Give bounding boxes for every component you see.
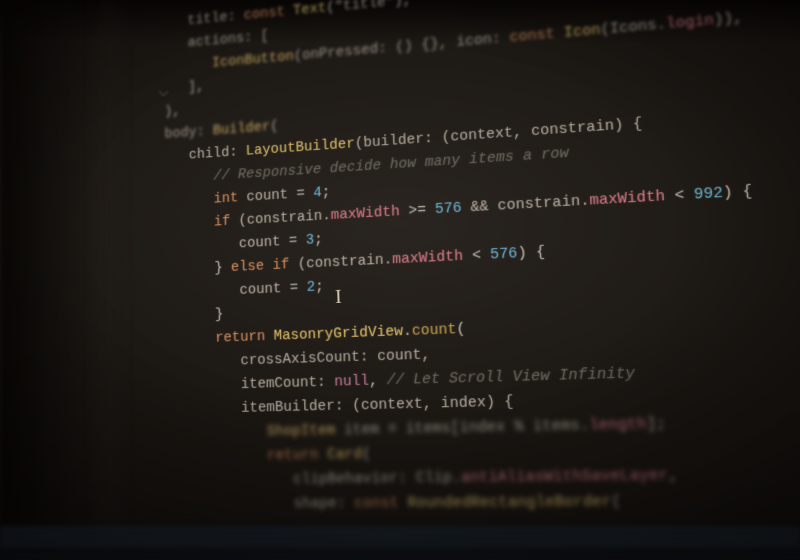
status-bar-shadow <box>0 514 800 560</box>
token-fn: count <box>412 321 457 340</box>
token-op: , <box>369 372 387 390</box>
token-op: ]; <box>646 415 666 434</box>
token-kw: const <box>509 25 564 46</box>
token-op: >= <box>400 201 436 220</box>
token-id: child: <box>189 143 246 163</box>
token-kw: else if <box>231 256 298 276</box>
token-kw: return <box>215 328 274 347</box>
token-id: count = <box>239 279 306 299</box>
token-id: body: <box>164 123 212 143</box>
token-cls: IconButton <box>212 48 294 71</box>
token-op: < <box>463 246 491 264</box>
token-kw: int <box>214 190 239 208</box>
token-prop: antiAliasWithSaveLayer <box>461 467 669 487</box>
token-id: crossAxisCount: count, <box>240 346 430 369</box>
token-op: ], <box>188 78 204 95</box>
token-op: ; <box>314 231 323 248</box>
token-prop: maxWidth <box>331 203 400 224</box>
token-op: ) { <box>517 244 545 263</box>
token-nul: null <box>334 373 369 391</box>
token-op: ( <box>362 446 371 463</box>
line-number-gutter <box>86 0 132 560</box>
token-op: ( <box>611 493 621 511</box>
editor-viewport: title: const Text ( "title"), actions: [ I… <box>0 0 800 560</box>
token-op: ), <box>164 103 180 120</box>
token-kw: if <box>214 213 239 231</box>
token-op: ) { <box>722 183 752 202</box>
token-op: ( <box>270 118 279 135</box>
token-cls: Card <box>327 446 362 464</box>
token-id: clipBehavior: Clip. <box>293 469 461 488</box>
token-cls: MasonryGridView <box>274 323 404 345</box>
token-id: count = <box>238 185 313 206</box>
token-id: title: <box>187 8 244 29</box>
token-kw: return <box>267 446 327 464</box>
token-prop: login <box>666 12 714 33</box>
token-prop: length <box>589 415 647 434</box>
token-id: itemBuilder: (context, index) { <box>241 393 514 417</box>
token-cls: ShopItem <box>267 422 336 440</box>
token-cls: Builder <box>213 119 271 139</box>
token-op: } <box>215 306 223 323</box>
token-id: "title" <box>335 0 395 15</box>
token-op: ; <box>322 184 331 201</box>
token-prop: maxWidth <box>392 248 463 268</box>
token-cls: Text <box>293 0 327 19</box>
token-id: itemCount: <box>241 374 335 393</box>
token-prop: maxWidth <box>589 188 665 210</box>
token-op: , <box>668 466 679 484</box>
token-num: 576 <box>435 200 462 218</box>
token-cm: // Let Scroll View Infinity <box>387 365 636 389</box>
token-id: (constrain. <box>238 207 331 229</box>
token-id: count = <box>239 232 306 252</box>
token-op: ), <box>394 0 412 10</box>
activity-bar-blur <box>0 0 96 560</box>
token-op: )), <box>713 9 743 29</box>
token-id: actions: [ <box>188 28 269 51</box>
token-cls: LayoutBuilder <box>246 136 355 160</box>
token-id: && constrain. <box>461 192 589 216</box>
token-op: } <box>214 259 231 276</box>
token-num: 576 <box>490 245 518 264</box>
token-id: (constrain. <box>298 251 393 272</box>
code-editor-surface[interactable]: title: const Text ( "title"), actions: [ I… <box>140 0 800 517</box>
token-id: (Icons. <box>600 16 666 39</box>
text-caret: I <box>335 286 338 304</box>
token-cls: Icon <box>564 22 601 42</box>
token-kw: const <box>244 3 294 24</box>
token-id: shape: <box>293 495 354 513</box>
token-id: item = items[index % items. <box>335 417 589 439</box>
token-kw: const <box>354 494 408 512</box>
token-op: ; <box>315 278 324 295</box>
token-num: 992 <box>693 184 723 203</box>
token-cls: RoundedRectangleBorder <box>407 493 612 512</box>
token-op: < <box>665 186 695 205</box>
token-op: ( <box>456 321 466 339</box>
